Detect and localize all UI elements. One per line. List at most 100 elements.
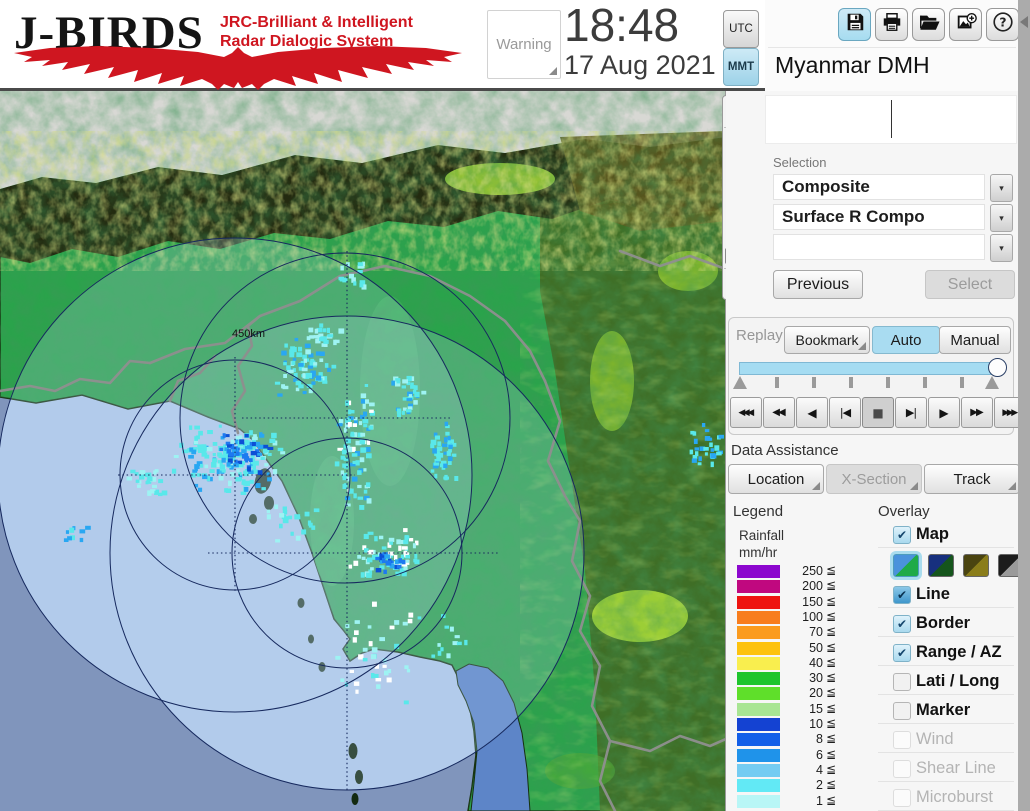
top-bar: J-BIRDS JRC-Brilliant & Intelligent Rada… — [0, 0, 766, 91]
legend-operator: ≦ — [826, 701, 837, 715]
legend-value: 200 — [802, 579, 823, 593]
play-button[interactable]: ▶ — [928, 397, 960, 428]
legend-row: 50 ≦ — [737, 640, 855, 655]
legend-row: 30 ≦ — [737, 670, 855, 685]
legend-value: 8 — [816, 732, 823, 746]
marker-checkbox[interactable] — [893, 702, 911, 720]
legend-operator: ≦ — [826, 655, 837, 669]
x-section-button[interactable]: X-Section — [826, 464, 922, 494]
help-button[interactable]: ? — [986, 8, 1019, 41]
shear-line-checkbox — [893, 760, 911, 778]
legend-row: 15 ≦ — [737, 701, 855, 716]
legend-title: Rainfall — [739, 528, 785, 543]
replay-slider-handle[interactable] — [988, 358, 1007, 377]
legend-swatch — [737, 733, 780, 746]
legend-row: 40 ≦ — [737, 655, 855, 670]
select-button[interactable]: Select — [925, 270, 1015, 299]
dropdown-arrow-button[interactable]: ▾ — [990, 204, 1013, 232]
data-assistance-label: Data Assistance — [731, 442, 839, 459]
save-icon — [844, 11, 866, 38]
fwd2-button[interactable]: ▶▶ — [961, 397, 993, 428]
step-back-button[interactable]: |◀ — [829, 397, 861, 428]
legend-swatch — [737, 580, 780, 593]
stop-button[interactable]: ■ — [862, 397, 894, 428]
previous-button[interactable]: Previous — [773, 270, 863, 299]
legend-swatch — [737, 672, 780, 685]
slider-tick — [923, 377, 927, 388]
border-checkbox[interactable]: ✔ — [893, 615, 911, 633]
warning-button[interactable]: Warning — [487, 10, 561, 79]
legend-label: Legend — [733, 503, 784, 520]
legend-swatch — [737, 565, 780, 578]
legend-value: 1 — [816, 794, 823, 808]
legend-row: 6 ≦ — [737, 747, 855, 762]
chevron-down-icon: ▾ — [999, 182, 1004, 193]
range-az-checkbox[interactable]: ✔ — [893, 644, 911, 662]
replay-slider[interactable] — [739, 358, 1007, 377]
legend-operator: ≦ — [826, 578, 837, 592]
legend-operator: ≦ — [826, 609, 837, 623]
replay-panel: Replay Bookmark Auto Manual ◀◀◀ ◀◀ ◀ |◀ ■ ▶| ▶… — [728, 317, 1026, 435]
map-style-terrain-dark-swatch[interactable] — [928, 554, 954, 577]
collapse-arrow-icon[interactable] — [1020, 16, 1028, 28]
slider-tick — [775, 377, 779, 388]
map-style-terrain-olive-swatch[interactable] — [963, 554, 989, 577]
svg-text:?: ? — [999, 15, 1006, 29]
legend-value: 4 — [816, 763, 823, 777]
add-image-button[interactable] — [949, 8, 982, 41]
lati-long-checkbox[interactable] — [893, 673, 911, 691]
map-checkbox[interactable]: ✔ — [893, 526, 911, 544]
info-divider — [891, 100, 892, 138]
legend-operator: ≦ — [826, 563, 837, 577]
legend-swatch — [737, 749, 780, 762]
legend-operator: ≦ — [826, 777, 837, 791]
fwd2-icon: ▶▶ — [970, 407, 983, 418]
legend-operator: ≦ — [826, 640, 837, 654]
selection-dropdown-value — [773, 234, 985, 260]
slider-tick — [960, 377, 964, 388]
utc-button[interactable]: UTC — [723, 10, 759, 48]
side-collapse-strip[interactable] — [1018, 0, 1030, 811]
chevron-down-icon: ▾ — [999, 242, 1004, 253]
step-fwd-button[interactable]: ▶| — [895, 397, 927, 428]
clock-time: 18:48 — [564, 0, 680, 51]
manual-button[interactable]: Manual — [939, 326, 1011, 354]
mmt-button[interactable]: MMT — [723, 48, 759, 86]
clock-date: 17 Aug 2021 — [564, 50, 716, 80]
wind-checkbox — [893, 731, 911, 749]
auto-button[interactable]: Auto — [872, 326, 940, 354]
dropdown-arrow-button[interactable]: ▾ — [990, 234, 1013, 262]
legend-row: 8 ≦ — [737, 731, 855, 746]
legend-operator: ≦ — [826, 716, 837, 730]
location-button[interactable]: Location — [728, 464, 824, 494]
legend-value: 2 — [816, 778, 823, 792]
print-button[interactable] — [875, 8, 908, 41]
legend-operator: ≦ — [826, 731, 837, 745]
track-button[interactable]: Track — [924, 464, 1020, 494]
slider-tick — [812, 377, 816, 388]
legend-swatch — [737, 779, 780, 792]
chevron-down-icon: ▾ — [999, 212, 1004, 223]
rew2-button[interactable]: ◀◀ — [763, 397, 795, 428]
slider-end-marker[interactable] — [985, 376, 999, 389]
slider-tick — [886, 377, 890, 388]
radar-map[interactable]: 450km — [0, 91, 726, 811]
overlay-item-label: Lati / Long — [916, 672, 1000, 690]
dropdown-arrow-button[interactable]: ▾ — [990, 174, 1013, 202]
map-style-terrain-color-swatch[interactable] — [893, 554, 919, 577]
line-checkbox[interactable]: ✔ — [893, 586, 911, 604]
rew3-button[interactable]: ◀◀◀ — [730, 397, 762, 428]
open-folder-button[interactable] — [912, 8, 945, 41]
back-button[interactable]: ◀ — [796, 397, 828, 428]
legend-value: 15 — [809, 702, 823, 716]
bookmark-button[interactable]: Bookmark — [784, 326, 870, 354]
legend-swatch — [737, 596, 780, 609]
legend-operator: ≦ — [826, 670, 837, 684]
legend-operator: ≦ — [826, 747, 837, 761]
legend-row: 10 ≦ — [737, 716, 855, 731]
legend-swatch — [737, 642, 780, 655]
legend-unit: mm/hr — [739, 545, 778, 560]
save-button[interactable] — [838, 8, 871, 41]
slider-start-marker[interactable] — [733, 376, 747, 389]
separator — [768, 47, 1016, 48]
